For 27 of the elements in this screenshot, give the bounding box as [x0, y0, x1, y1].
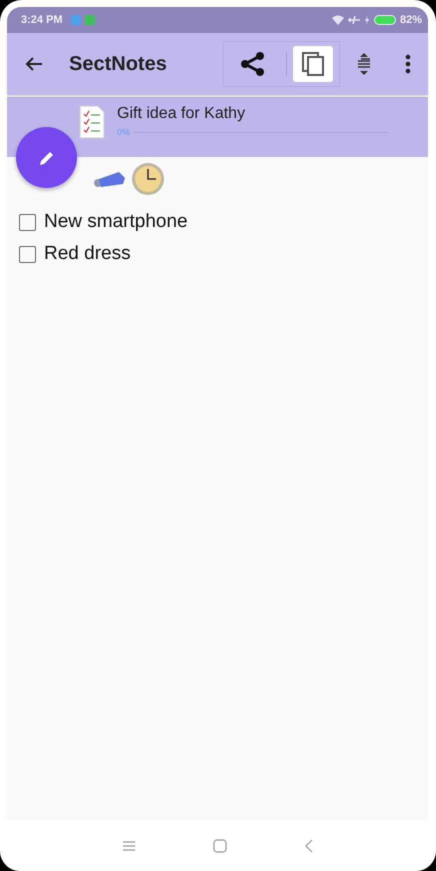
home-icon[interactable] [212, 839, 226, 853]
battery-icon [374, 15, 396, 25]
checkbox[interactable] [19, 214, 36, 230]
charging-icon [364, 15, 370, 25]
checklist-item[interactable]: New smartphone [19, 211, 428, 233]
clock-icon [131, 162, 165, 196]
checkbox[interactable] [19, 246, 36, 262]
back-arrow-icon [25, 56, 43, 72]
checklist-document-icon [79, 105, 105, 139]
sort-icon [356, 53, 372, 75]
share-icon [240, 51, 266, 77]
notification-icon [70, 15, 81, 25]
progress-label: 0% [117, 127, 130, 137]
checklist-item[interactable]: Red dress [19, 243, 428, 265]
note-title: Gift idea for Kathy [117, 105, 246, 123]
copy-icon [302, 52, 324, 76]
menu-icon[interactable] [122, 840, 136, 852]
status-time: 3:24 PM [21, 14, 63, 26]
battery-percent: 82% [400, 14, 422, 26]
back-icon[interactable] [304, 839, 314, 853]
wifi-icon [332, 15, 344, 25]
more-icon [405, 54, 411, 74]
airplane-icon [348, 15, 360, 25]
notification-icon [84, 15, 95, 25]
copy-button[interactable] [293, 46, 333, 82]
app-title: SectNotes [69, 52, 168, 76]
tag-icon [93, 169, 127, 189]
